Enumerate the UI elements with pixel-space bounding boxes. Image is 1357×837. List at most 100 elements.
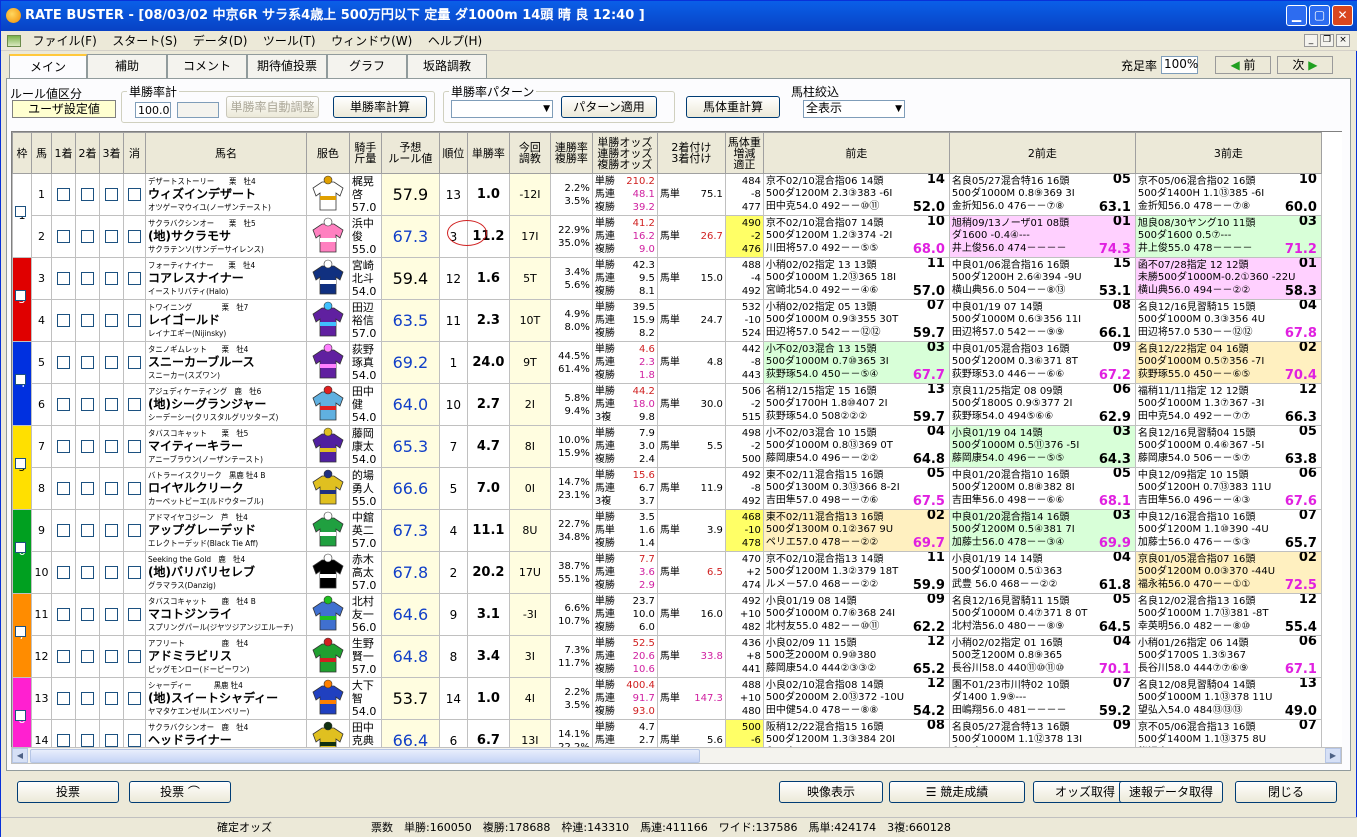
scratch-checkbox[interactable]: [128, 188, 141, 202]
scratch-checkbox[interactable]: [128, 356, 141, 370]
horse-name-cell[interactable]: タニノギムレット 栗 牡4 スニーカーブルース スニーカー(スズワン): [145, 341, 307, 384]
first-checkbox[interactable]: [57, 188, 70, 202]
first-checkbox[interactable]: [57, 230, 70, 244]
past-race-p2[interactable]: 小良01/19 14 14頭 500ダ1000M 0.5①363 武豊 56.0 4…: [948, 551, 1136, 594]
second-checkbox[interactable]: [81, 440, 94, 454]
scratch-checkbox[interactable]: [128, 734, 141, 747]
past-race-p2[interactable]: 園不01/23市川特02 10頭 ダ1400 1.9⑨--- 田嶋翔56.0 481…: [948, 677, 1136, 720]
pattern-apply-button[interactable]: パターン適用: [561, 96, 657, 118]
tab-graph[interactable]: グラフ: [327, 54, 407, 78]
past-race-p3[interactable]: 中良12/09指定 10 15頭 500ダ1200H 0.7⑬383 11U 吉田隼…: [1134, 467, 1322, 510]
first-checkbox[interactable]: [57, 272, 70, 286]
auto-adjust-button[interactable]: 単勝率自動調整: [226, 96, 319, 118]
second-checkbox[interactable]: [81, 734, 94, 747]
second-checkbox[interactable]: [81, 272, 94, 286]
horse-name-cell[interactable]: タバスコキャット 栗 牡5 マイティーキラー アニーブラウン(ノーザンテースト): [145, 425, 307, 468]
scratch-checkbox[interactable]: [128, 566, 141, 580]
past-race-p1[interactable]: 東不02/11混合指15 16頭 500ダ1300M 0.3⑬366 8-2I 吉田…: [762, 467, 950, 510]
menu-start[interactable]: スタート(S): [106, 31, 183, 51]
col-header[interactable]: 3着: [99, 132, 124, 174]
tab-expected-value[interactable]: 期待値投票: [247, 54, 327, 78]
first-checkbox[interactable]: [57, 440, 70, 454]
horse-name[interactable]: レイゴールド: [148, 314, 305, 327]
filter-select[interactable]: 全表示 ▼: [803, 100, 905, 118]
table-row[interactable]: 2 サクラバクシンオー 栗 牡5 (地)サクラモサ サクラテンソ(サンデーサイレンス)…: [13, 215, 1322, 258]
past-race-p2[interactable]: 名良05/27混合特13 16頭500ダ1000M 1.1⑫378 13I和田竜…: [948, 719, 1136, 747]
table-row[interactable]: 45 タニノギムレット 栗 牡4 スニーカーブルーススニーカー(スズワン) 荻野琢真5…: [12, 341, 1322, 426]
table-row[interactable]: 711 タバスコキャット 鹿 牡4 B マコトジンライスプリングパール(ジヤツジアン…: [12, 593, 1322, 678]
first-checkbox[interactable]: [57, 356, 70, 370]
third-checkbox[interactable]: [105, 566, 118, 580]
menu-help[interactable]: ヘルプ(H): [422, 31, 488, 51]
flash-data-button[interactable]: 速報データ取得: [1119, 781, 1223, 803]
second-checkbox[interactable]: [81, 524, 94, 538]
past-race-p2[interactable]: 中良01/06混合指16 16頭 500ダ1200H 2.6④394 -9U 横山典…: [948, 257, 1136, 300]
horse-name[interactable]: (地)スイートシャディー: [148, 692, 305, 705]
winrate-input[interactable]: 100.0: [135, 102, 171, 118]
col-header[interactable]: 枠: [12, 132, 32, 174]
horse-name[interactable]: (地)バリバリセレブ: [148, 566, 305, 579]
first-checkbox[interactable]: [57, 566, 70, 580]
next-button[interactable]: 次 ▶: [1277, 56, 1333, 74]
past-race-p3[interactable]: 旭良08/30ヤング10 11頭 500ダ1600 0.5⑦--- 井上俊55.0 …: [1134, 215, 1322, 258]
third-checkbox[interactable]: [105, 524, 118, 538]
past-race-p2[interactable]: 中良01/05混合指03 16頭 500ダ1200M 0.3⑥371 8T 荻野琢5…: [948, 341, 1136, 384]
table-row[interactable]: 4 トワイニング 栗 牡7 レイゴールド レイナエギー(Nijinsky) 田辺 裕信 57…: [13, 299, 1322, 342]
past-race-p2[interactable]: 小良01/19 04 14頭 500ダ1000M 0.5⑪376 -5I 藤岡康54…: [948, 425, 1136, 468]
horse-name-cell[interactable]: アフリート 鹿 牡4 アドミラビリス ピッグモンロー(ドーピーワン): [145, 635, 307, 678]
menu-window[interactable]: ウィンドウ(W): [325, 31, 418, 51]
frame-checkbox[interactable]: [15, 626, 26, 637]
past-race-p3[interactable]: 京不05/06混合指13 16頭500ダ1400M 1.1⑬375 8U熊沢竜5…: [1134, 719, 1322, 747]
first-checkbox[interactable]: [57, 314, 70, 328]
scratch-checkbox[interactable]: [128, 482, 141, 496]
second-checkbox[interactable]: [81, 398, 94, 412]
scroll-right-icon[interactable]: ▶: [1325, 748, 1341, 763]
third-checkbox[interactable]: [105, 734, 118, 747]
past-race-p2[interactable]: 名良12/16見習騎11 15頭 500ダ1000M 0.4⑦371 8 0T 北村…: [948, 593, 1136, 636]
past-race-p2[interactable]: 京良11/25指定 08 09頭 500ダ1800S 0.9⑤377 2I 荻野琢5…: [948, 383, 1136, 426]
col-header[interactable]: 今回 調教: [508, 132, 551, 174]
second-checkbox[interactable]: [81, 356, 94, 370]
horse-name-cell[interactable]: フォーティナイナー 栗 牡4 コアレスナイナー イーストリバティ(Halo): [145, 257, 307, 300]
frame-checkbox[interactable]: [15, 290, 26, 301]
scroll-left-icon[interactable]: ◀: [12, 748, 28, 763]
scroll-thumb[interactable]: [30, 749, 700, 763]
past-race-p3[interactable]: 小稍01/26指定 06 14頭 500ダ1700S 1.3⑤367 長谷川58.0…: [1134, 635, 1322, 678]
close-window-button[interactable]: ✕: [1332, 5, 1353, 26]
past-race-p1[interactable]: 小稍02/02指定 05 13頭 500ダ1000M 0.9③355 30T 田辺将…: [762, 299, 950, 342]
col-header[interactable]: 連勝率 複勝率: [549, 132, 593, 174]
scratch-checkbox[interactable]: [128, 440, 141, 454]
table-row[interactable]: 14サクラバクシンオー 鹿 牡4ヘッドライナーヘバ(Nureyev)田中克典54…: [13, 719, 1322, 747]
third-checkbox[interactable]: [105, 356, 118, 370]
past-race-p1[interactable]: 小稍02/02指定 13 13頭 500ダ1000M 1.2⑬365 18I 宮崎北…: [762, 257, 950, 300]
horse-name[interactable]: アドミラビリス: [148, 650, 305, 663]
first-checkbox[interactable]: [57, 608, 70, 622]
past-race-p1[interactable]: 名稍12/15指定 15 16頭 500ダ1700H 1.8⑩407 2I 荻野琢5…: [762, 383, 950, 426]
maximize-button[interactable]: ▢: [1309, 5, 1330, 26]
winrate-calc-button[interactable]: 単勝率計算: [333, 96, 427, 118]
prev-button[interactable]: ◀ 前: [1215, 56, 1271, 74]
col-header[interactable]: 馬体重 増減 適正: [724, 132, 764, 174]
col-header[interactable]: 2着: [75, 132, 100, 174]
col-header[interactable]: 1着: [51, 132, 76, 174]
horse-name-cell[interactable]: トワイニング 栗 牡7 レイゴールド レイナエギー(Nijinsky): [145, 299, 307, 342]
third-checkbox[interactable]: [105, 650, 118, 664]
minimize-button[interactable]: ▁: [1286, 5, 1307, 26]
table-row[interactable]: 11 デザートストーリー 栗 牡4 ウィズインデザートオツゲーマウイユ(ノーザンテー…: [12, 173, 1322, 258]
past-race-p2[interactable]: 名良05/27混合特16 16頭 500ダ1000M 0.8⑨369 3I 金折知5…: [948, 173, 1136, 216]
horizontal-scrollbar[interactable]: ◀ ▶: [11, 747, 1342, 764]
second-checkbox[interactable]: [81, 314, 94, 328]
table-row[interactable]: 12 アフリート 鹿 牡4 アドミラビリス ピッグモンロー(ドーピーワン) 生野 賢一 57…: [13, 635, 1322, 678]
scratch-checkbox[interactable]: [128, 398, 141, 412]
horse-name[interactable]: ウィズインデザート: [148, 188, 305, 201]
past-race-p1[interactable]: 小不02/03混合 13 15頭 500ダ1000M 0.7⑩365 3I 荻野琢5…: [762, 341, 950, 384]
second-checkbox[interactable]: [81, 230, 94, 244]
past-race-p2[interactable]: 中良01/19 07 14頭 500ダ1000M 0.6③356 11I 田辺将57…: [948, 299, 1136, 342]
third-checkbox[interactable]: [105, 608, 118, 622]
horse-name-cell[interactable]: シャーディー 黒鹿 牡4 (地)スイートシャディー ヤマタケエンゼル(エンペリー): [145, 677, 307, 720]
past-race-p3[interactable]: 京良01/05混合指07 16頭 500ダ1200M 0.0③370 -44U 福永…: [1134, 551, 1322, 594]
table-row[interactable]: 33 フォーティナイナー 栗 牡4 コアレスナイナーイーストリバティ(Halo) 宮崎…: [12, 257, 1322, 342]
past-race-p3[interactable]: 京不05/06混合指02 16頭 500ダ1400H 1.1⑬385 -6I 金折知…: [1134, 173, 1322, 216]
second-checkbox[interactable]: [81, 692, 94, 706]
first-checkbox[interactable]: [57, 650, 70, 664]
